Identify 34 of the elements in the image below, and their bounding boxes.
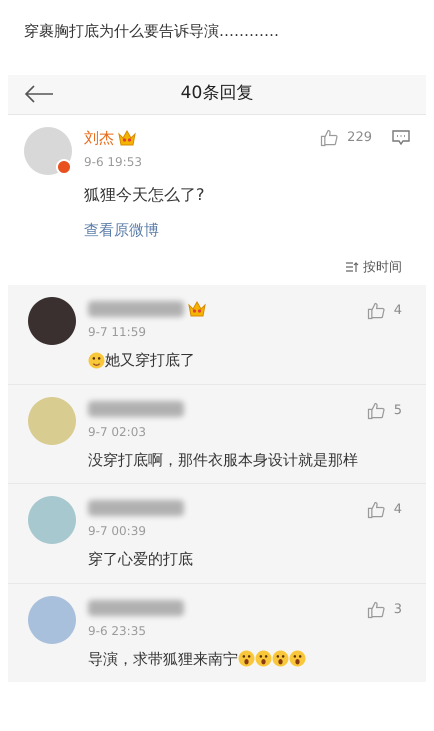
emoji-icon (255, 650, 272, 668)
avatar[interactable] (28, 297, 76, 345)
like-count: 4 (394, 501, 402, 520)
emoji-icon (289, 650, 306, 668)
comment-text: 导演，求带狐狸来南宁 (88, 648, 238, 670)
thumbs-up-icon[interactable] (319, 128, 340, 148)
headline: 穿裹胸打底为什么要告诉导演………… (23, 21, 280, 42)
post-time: 9-6 19:53 (84, 154, 143, 171)
thumbs-up-icon[interactable] (366, 500, 386, 520)
like-count: 4 (394, 302, 402, 320)
like-count: 5 (394, 402, 402, 420)
post-text: 狐狸今天怎么了? (84, 184, 206, 206)
like-count: 3 (394, 600, 402, 619)
comment-text: 没穿打底啊，那件衣服本身设计就是那样 (88, 450, 358, 470)
emoji-icon (272, 650, 289, 668)
comment-time: 9-7 00:39 (88, 523, 147, 540)
comment-text: 她又穿打底了 (105, 350, 195, 371)
comment-icon[interactable] (392, 130, 410, 146)
comment-time: 9-7 02:03 (88, 424, 147, 440)
header-title: 40条回复 (180, 82, 254, 106)
sort-icon[interactable] (345, 261, 359, 274)
comment-time: 9-7 11:59 (88, 324, 147, 341)
sort-option[interactable]: 按时间 (363, 258, 402, 277)
like-count: 229 (347, 129, 372, 147)
thumbs-up-icon[interactable] (366, 400, 386, 420)
view-original-link[interactable]: 查看原微博 (84, 219, 410, 242)
comment-text: 穿了心爱的打底 (88, 549, 193, 570)
author-name[interactable]: 刘杰 (84, 126, 114, 149)
comment-time: 9-6 23:35 (88, 622, 147, 640)
emoji-icon (238, 650, 255, 668)
thumbs-up-icon[interactable] (366, 301, 386, 321)
emoji-icon (88, 352, 105, 369)
thumbs-up-icon[interactable] (366, 600, 386, 620)
back-arrow-icon[interactable] (24, 85, 54, 103)
